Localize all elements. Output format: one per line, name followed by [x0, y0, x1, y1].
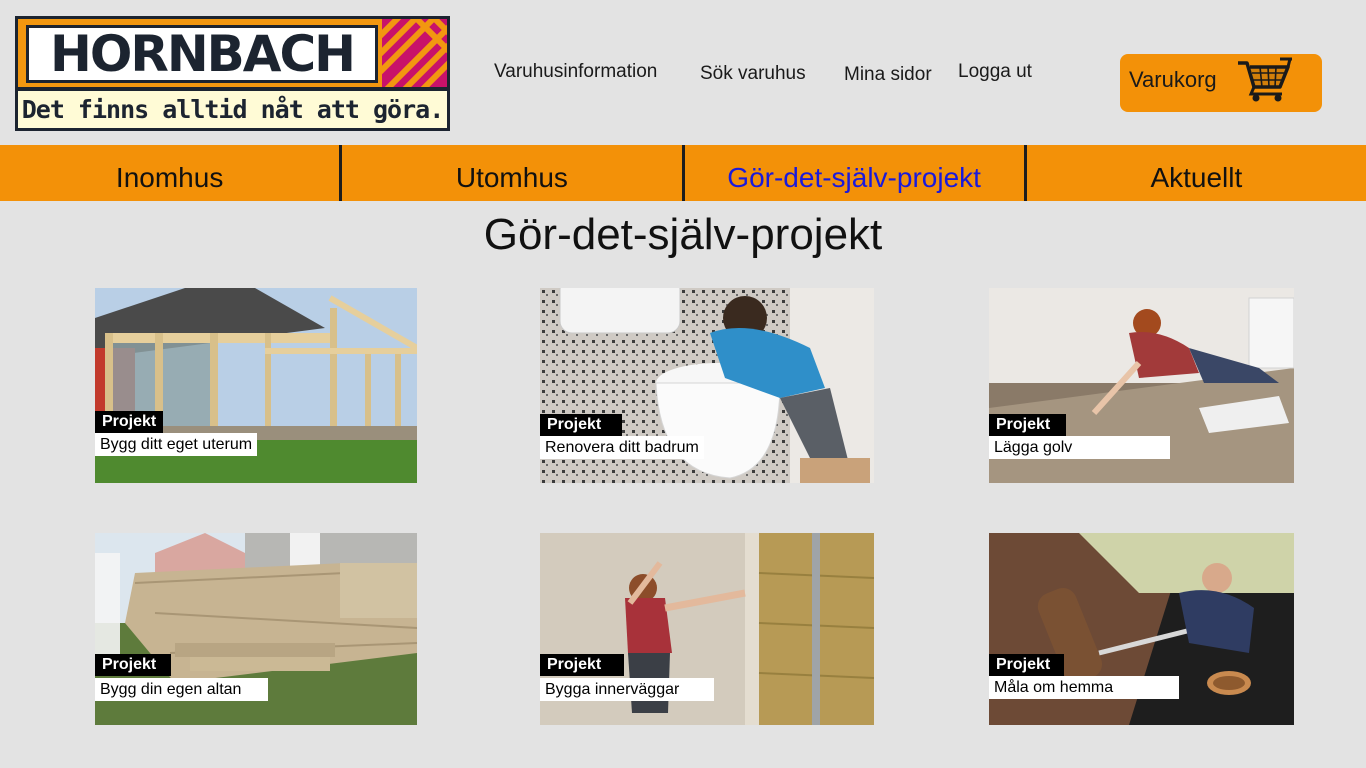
project-tag: Projekt — [95, 654, 171, 676]
project-title: Bygga innerväggar — [540, 678, 714, 701]
project-card-bathroom[interactable]: Projekt Renovera ditt badrum — [540, 288, 874, 483]
project-tag: Projekt — [95, 411, 164, 433]
nav-item-news[interactable]: Aktuellt — [1027, 145, 1366, 201]
logo-stripe-mark — [382, 19, 447, 87]
cart-label: Varukorg — [1129, 67, 1217, 92]
project-tag: Projekt — [989, 414, 1066, 436]
page-title: Gör-det-själv-projekt — [483, 210, 883, 259]
link-logout[interactable]: Logga ut — [958, 61, 1032, 83]
project-title: Bygg ditt eget uterum — [95, 433, 258, 456]
project-title: Renovera ditt badrum — [540, 436, 704, 459]
project-tag: Projekt — [540, 414, 622, 436]
project-tag: Projekt — [540, 654, 624, 676]
logo-top-band: HORNBACH — [18, 19, 447, 87]
link-store-info[interactable]: Varuhusinformation — [494, 61, 657, 83]
nav-item-outdoor[interactable]: Utomhus — [342, 145, 681, 201]
nav-item-indoor[interactable]: Inomhus — [0, 145, 339, 201]
link-find-store[interactable]: Sök varuhus — [700, 63, 806, 85]
nav-item-diy-projects[interactable]: Gör-det-själv-projekt — [685, 145, 1024, 201]
project-card-sunroom[interactable]: Projekt Bygg ditt eget uterum — [95, 288, 417, 483]
project-card-flooring[interactable]: Projekt Lägga golv — [989, 288, 1294, 483]
project-tag: Projekt — [989, 654, 1064, 676]
hornbach-logo[interactable]: HORNBACH Det finns alltid nåt att göra. — [15, 16, 450, 131]
link-my-pages[interactable]: Mina sidor — [844, 64, 932, 86]
main-nav: Inomhus Utomhus Gör-det-själv-projekt Ak… — [0, 145, 1366, 201]
project-card-painting[interactable]: Projekt Måla om hemma — [989, 533, 1294, 725]
shopping-cart-icon — [1236, 57, 1292, 103]
cart-button[interactable]: Varukorg — [1120, 54, 1322, 112]
project-title: Lägga golv — [989, 436, 1170, 459]
project-card-walls[interactable]: Projekt Bygga innerväggar — [540, 533, 874, 725]
project-title: Bygg din egen altan — [95, 678, 268, 701]
project-card-deck[interactable]: Projekt Bygg din egen altan — [95, 533, 417, 725]
logo-wordmark: HORNBACH — [26, 25, 378, 83]
logo-slogan: Det finns alltid nåt att göra. — [18, 91, 447, 128]
project-title: Måla om hemma — [989, 676, 1179, 699]
